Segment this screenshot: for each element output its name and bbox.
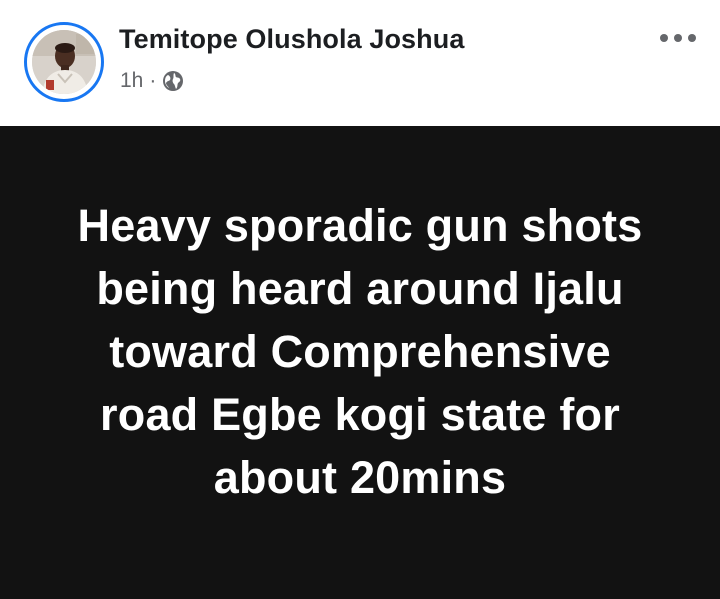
meta-separator: ·	[149, 69, 157, 92]
post-text: Heavy sporadic gun shots being heard aro…	[77, 200, 643, 503]
author-name[interactable]: Temitope Olushola Joshua	[119, 24, 464, 55]
facebook-post: Temitope Olushola Joshua 1h · Heavy spor…	[0, 0, 720, 599]
post-meta: 1h ·	[120, 68, 184, 94]
profile-photo-icon	[32, 30, 96, 94]
post-header: Temitope Olushola Joshua 1h ·	[0, 0, 720, 126]
post-time[interactable]: 1h	[120, 68, 143, 94]
post-background: Heavy sporadic gun shots being heard aro…	[0, 126, 720, 599]
more-options-icon[interactable]	[654, 22, 702, 54]
globe-icon[interactable]	[162, 70, 184, 92]
avatar[interactable]	[24, 22, 104, 102]
